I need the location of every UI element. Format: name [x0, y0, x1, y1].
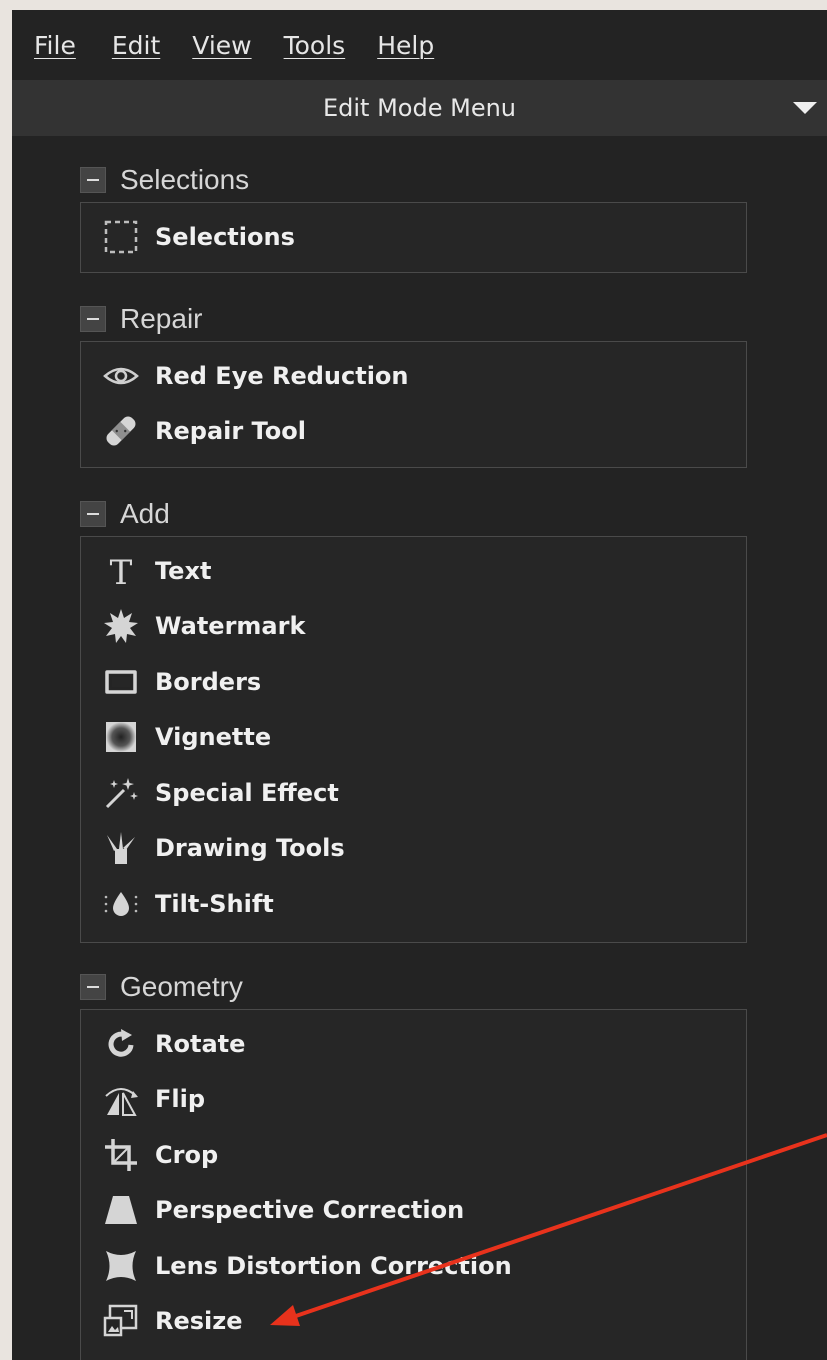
- brushes-icon: [101, 828, 141, 868]
- section-selections: Selections Selections: [80, 158, 747, 273]
- svg-text:T: T: [110, 553, 133, 590]
- tilt-shift-drop-icon: [101, 884, 141, 924]
- dashed-selection-icon: [101, 217, 141, 257]
- section-box: Selections: [80, 202, 747, 273]
- collapse-toggle-icon[interactable]: [80, 974, 106, 1000]
- tool-label: Tilt-Shift: [155, 889, 274, 918]
- menu-bar: File Edit View Tools Help: [12, 10, 827, 80]
- tool-label: Repair Tool: [155, 417, 306, 446]
- tool-label: Red Eye Reduction: [155, 361, 409, 390]
- tool-drawing-tools[interactable]: Drawing Tools: [81, 821, 746, 877]
- vignette-icon: [101, 717, 141, 757]
- tool-repair[interactable]: Repair Tool: [81, 404, 746, 460]
- section-header-selections[interactable]: Selections: [80, 158, 747, 202]
- tool-lens-distortion-correction[interactable]: Lens Distortion Correction: [81, 1238, 746, 1294]
- section-title: Repair: [120, 303, 203, 334]
- resize-icon: [101, 1301, 141, 1341]
- tool-watermark[interactable]: Watermark: [81, 599, 746, 655]
- tool-special-effect[interactable]: Special Effect: [81, 765, 746, 821]
- tool-resize[interactable]: Resize: [81, 1294, 746, 1350]
- eye-icon: [101, 356, 141, 396]
- menu-tools[interactable]: Tools: [284, 31, 346, 60]
- tool-label: Rotate: [155, 1029, 246, 1058]
- tool-perspective-correction[interactable]: Perspective Correction: [81, 1183, 746, 1239]
- tool-label: Lens Distortion Correction: [155, 1251, 512, 1280]
- collapse-toggle-icon[interactable]: [80, 306, 106, 332]
- tool-tilt-shift[interactable]: Tilt-Shift: [81, 876, 746, 932]
- collapse-toggle-icon[interactable]: [80, 501, 106, 527]
- tool-rotate[interactable]: Rotate: [81, 1016, 746, 1072]
- lens-distortion-icon: [101, 1246, 141, 1286]
- chevron-down-icon[interactable]: [793, 102, 817, 114]
- starburst-icon: [101, 606, 141, 646]
- section-title: Selections: [120, 164, 250, 195]
- tool-text[interactable]: T Text: [81, 543, 746, 599]
- section-header-geometry[interactable]: Geometry: [80, 965, 747, 1009]
- tool-label: Crop: [155, 1140, 219, 1169]
- menu-help[interactable]: Help: [377, 31, 434, 60]
- section-box: Red Eye Reduction Repair Tool: [80, 341, 747, 468]
- section-header-repair[interactable]: Repair: [80, 297, 747, 341]
- tool-label: Drawing Tools: [155, 834, 345, 863]
- tool-label: Flip: [155, 1085, 206, 1114]
- tool-crop[interactable]: Crop: [81, 1127, 746, 1183]
- rotate-icon: [101, 1024, 141, 1064]
- section-box: Rotate Flip Crop Perspective Correction: [80, 1009, 747, 1360]
- menu-view[interactable]: View: [192, 31, 251, 60]
- tool-label: Text: [155, 556, 212, 585]
- tool-vignette[interactable]: Vignette: [81, 710, 746, 766]
- edit-mode-menu-header[interactable]: Edit Mode Menu: [12, 80, 827, 136]
- collapse-toggle-icon[interactable]: [80, 167, 106, 193]
- section-title: Add: [120, 498, 170, 529]
- tool-selections[interactable]: Selections: [81, 209, 746, 265]
- tool-red-eye-reduction[interactable]: Red Eye Reduction: [81, 348, 746, 404]
- magic-wand-icon: [101, 773, 141, 813]
- section-repair: Repair Red Eye Reduction Repair Tool: [80, 297, 747, 468]
- menu-edit[interactable]: Edit: [112, 31, 160, 60]
- menu-file[interactable]: File: [34, 31, 76, 60]
- section-add: Add T Text Watermark Borders Vignette Sp…: [80, 492, 747, 943]
- section-box: T Text Watermark Borders Vignette Specia…: [80, 536, 747, 943]
- edit-mode-menu-title: Edit Mode Menu: [322, 94, 517, 122]
- crop-icon: [101, 1135, 141, 1175]
- tool-label: Resize: [155, 1307, 243, 1336]
- flip-icon: [101, 1079, 141, 1119]
- tool-label: Perspective Correction: [155, 1196, 465, 1225]
- tool-label: Watermark: [155, 612, 306, 641]
- border-frame-icon: [101, 662, 141, 702]
- section-title: Geometry: [120, 971, 243, 1002]
- trapezoid-icon: [101, 1190, 141, 1230]
- tool-flip[interactable]: Flip: [81, 1072, 746, 1128]
- text-icon: T: [101, 551, 141, 591]
- tool-borders[interactable]: Borders: [81, 654, 746, 710]
- edit-mode-window: File Edit View Tools Help Edit Mode Menu…: [12, 10, 827, 1360]
- bandage-icon: [101, 411, 141, 451]
- tool-label: Borders: [155, 667, 262, 696]
- tool-label: Special Effect: [155, 778, 339, 807]
- section-header-add[interactable]: Add: [80, 492, 747, 536]
- tool-label: Vignette: [155, 723, 272, 752]
- tool-label: Selections: [155, 222, 295, 251]
- section-geometry: Geometry Rotate Flip Crop Perspective Co…: [80, 965, 747, 1360]
